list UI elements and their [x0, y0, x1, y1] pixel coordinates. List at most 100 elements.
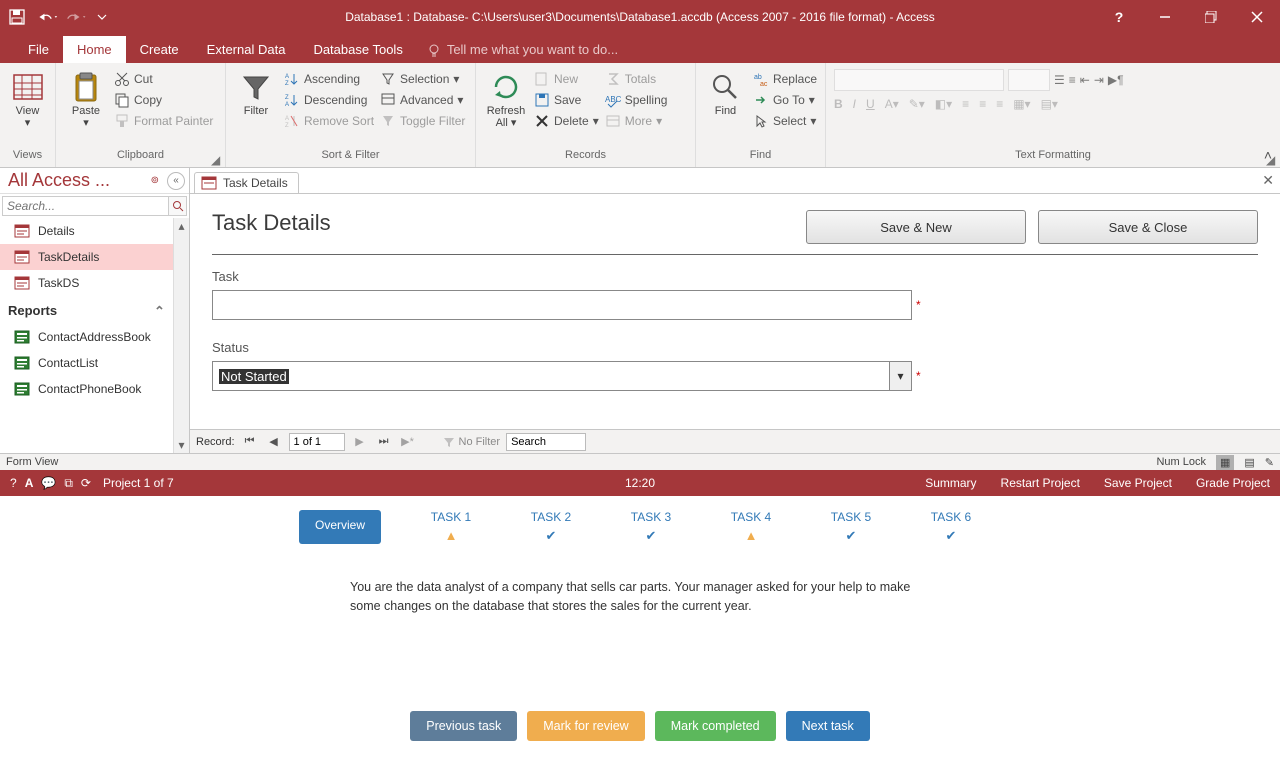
next-record-button[interactable]: ▶	[351, 433, 369, 451]
align-right-button[interactable]: ≡	[996, 97, 1003, 111]
selection-button[interactable]: Selection ▾	[380, 71, 465, 87]
task-tab[interactable]: TASK 2✔	[521, 510, 581, 544]
descending-button[interactable]: ZADescending	[284, 92, 374, 108]
replace-button[interactable]: abacReplace	[753, 71, 817, 87]
task-tab[interactable]: TASK 5✔	[821, 510, 881, 544]
indent-increase-icon[interactable]: ⇥	[1094, 73, 1104, 87]
qat-customize-icon[interactable]	[96, 6, 108, 28]
remove-sort-button[interactable]: AZRemove Sort	[284, 113, 374, 129]
database-tools-tab[interactable]: Database Tools	[299, 36, 416, 63]
nav-dropdown-icon[interactable]: ⊚	[151, 175, 159, 186]
redo-icon[interactable]	[66, 6, 88, 28]
restore-button[interactable]	[1188, 0, 1234, 33]
task-tab[interactable]: TASK 3✔	[621, 510, 681, 544]
external-data-tab[interactable]: External Data	[193, 36, 300, 63]
nav-title[interactable]: All Access ...	[8, 170, 147, 191]
paste-button[interactable]: Paste▾	[64, 67, 108, 129]
underline-button[interactable]: U	[866, 97, 875, 111]
gridlines-button[interactable]: ▦▾	[1013, 97, 1030, 111]
help-icon[interactable]: ?	[10, 476, 17, 491]
alt-row-color-button[interactable]: ▤▾	[1041, 97, 1058, 111]
font-color-button[interactable]: A▾	[885, 97, 899, 111]
datasheet-view-icon[interactable]: ▤	[1244, 456, 1254, 469]
restart-project-link[interactable]: Restart Project	[1001, 476, 1080, 490]
find-button[interactable]: Find	[704, 67, 747, 117]
first-record-button[interactable]: ⏮	[241, 433, 259, 451]
select-button[interactable]: Select ▾	[753, 113, 817, 129]
save-and-new-button[interactable]: Save & New	[806, 210, 1026, 244]
delete-button[interactable]: Delete ▾	[534, 113, 599, 129]
nav-scrollbar[interactable]: ▴ ▾	[173, 218, 189, 453]
more-button[interactable]: More ▾	[605, 113, 668, 129]
chat-icon[interactable]: 💬	[41, 476, 56, 491]
doc-tab-taskdetails[interactable]: Task Details	[194, 172, 299, 193]
font-icon[interactable]: A	[25, 476, 34, 491]
font-size-combo[interactable]	[1008, 69, 1050, 91]
align-left-button[interactable]: ≡	[962, 97, 969, 111]
view-button[interactable]: View▾	[8, 67, 47, 129]
last-record-button[interactable]: ⏭	[375, 433, 393, 451]
advanced-button[interactable]: Advanced ▾	[380, 92, 465, 108]
nav-item-details[interactable]: Details	[0, 218, 173, 244]
cut-button[interactable]: Cut	[114, 71, 213, 87]
highlight-button[interactable]: ✎▾	[909, 97, 925, 111]
filter-button[interactable]: Filter	[234, 67, 278, 117]
bullets-icon[interactable]: ☰	[1054, 73, 1065, 87]
close-button[interactable]	[1234, 0, 1280, 33]
file-tab[interactable]: File	[14, 36, 63, 63]
nav-item-contactlist[interactable]: ContactList	[0, 350, 173, 376]
save-and-close-button[interactable]: Save & Close	[1038, 210, 1258, 244]
toggle-filter-button[interactable]: Toggle Filter	[380, 113, 465, 129]
collapse-ribbon-button[interactable]: ˄	[1264, 147, 1272, 163]
nav-item-taskds[interactable]: TaskDS	[0, 270, 173, 296]
tell-me-search[interactable]: Tell me what you want to do...	[417, 36, 628, 63]
undo-icon[interactable]	[36, 6, 58, 28]
prev-record-button[interactable]: ◀	[265, 433, 283, 451]
save-record-button[interactable]: Save	[534, 92, 599, 108]
save-icon[interactable]	[6, 6, 28, 28]
spelling-button[interactable]: ABCSpelling	[605, 92, 668, 108]
bold-button[interactable]: B	[834, 97, 843, 111]
ltr-icon[interactable]: ▶¶	[1108, 73, 1124, 87]
grade-project-link[interactable]: Grade Project	[1196, 476, 1270, 490]
minimize-button[interactable]	[1142, 0, 1188, 33]
clipboard-launcher[interactable]: ◢	[211, 153, 223, 165]
task-tab[interactable]: TASK 4▲	[721, 510, 781, 544]
overview-tab[interactable]: Overview	[299, 510, 381, 544]
copy-button[interactable]: Copy	[114, 92, 213, 108]
mark-completed-button[interactable]: Mark completed	[655, 711, 776, 741]
layout-view-icon[interactable]: ✎	[1265, 456, 1274, 469]
summary-link[interactable]: Summary	[925, 476, 976, 490]
font-name-combo[interactable]	[834, 69, 1004, 91]
refresh-project-icon[interactable]: ⟳	[81, 476, 91, 491]
record-search-input[interactable]	[506, 433, 586, 451]
search-icon[interactable]	[168, 197, 186, 215]
scroll-up-icon[interactable]: ▴	[174, 218, 189, 234]
new-record-button[interactable]: New	[534, 71, 599, 87]
previous-task-button[interactable]: Previous task	[410, 711, 517, 741]
nav-item-contactphonebook[interactable]: ContactPhoneBook	[0, 376, 173, 402]
nav-item-taskdetails[interactable]: TaskDetails	[0, 244, 173, 270]
task-tab[interactable]: TASK 1▲	[421, 510, 481, 544]
totals-button[interactable]: Totals	[605, 71, 668, 87]
numbering-icon[interactable]: ≡	[1069, 73, 1076, 87]
goto-button[interactable]: Go To ▾	[753, 92, 817, 108]
ascending-button[interactable]: AZAscending	[284, 71, 374, 87]
mark-for-review-button[interactable]: Mark for review	[527, 711, 644, 741]
nav-item-contactaddressbook[interactable]: ContactAddressBook	[0, 324, 173, 350]
task-tab[interactable]: TASK 6✔	[921, 510, 981, 544]
create-tab[interactable]: Create	[126, 36, 193, 63]
record-position-input[interactable]	[289, 433, 345, 451]
nav-collapse-button[interactable]: «	[167, 172, 185, 190]
help-icon[interactable]: ?	[1096, 0, 1142, 33]
link-icon[interactable]: ⧉	[64, 476, 73, 491]
combo-dropdown-button[interactable]: ▾	[889, 362, 911, 390]
next-task-button[interactable]: Next task	[786, 711, 870, 741]
indent-decrease-icon[interactable]: ⇤	[1080, 73, 1090, 87]
fill-color-button[interactable]: ◧▾	[935, 97, 952, 111]
task-input[interactable]	[212, 290, 912, 320]
format-painter-button[interactable]: Format Painter	[114, 113, 213, 129]
nav-search-input[interactable]	[3, 197, 168, 215]
scroll-down-icon[interactable]: ▾	[174, 437, 189, 453]
status-combo[interactable]: Not Started ▾	[212, 361, 912, 391]
